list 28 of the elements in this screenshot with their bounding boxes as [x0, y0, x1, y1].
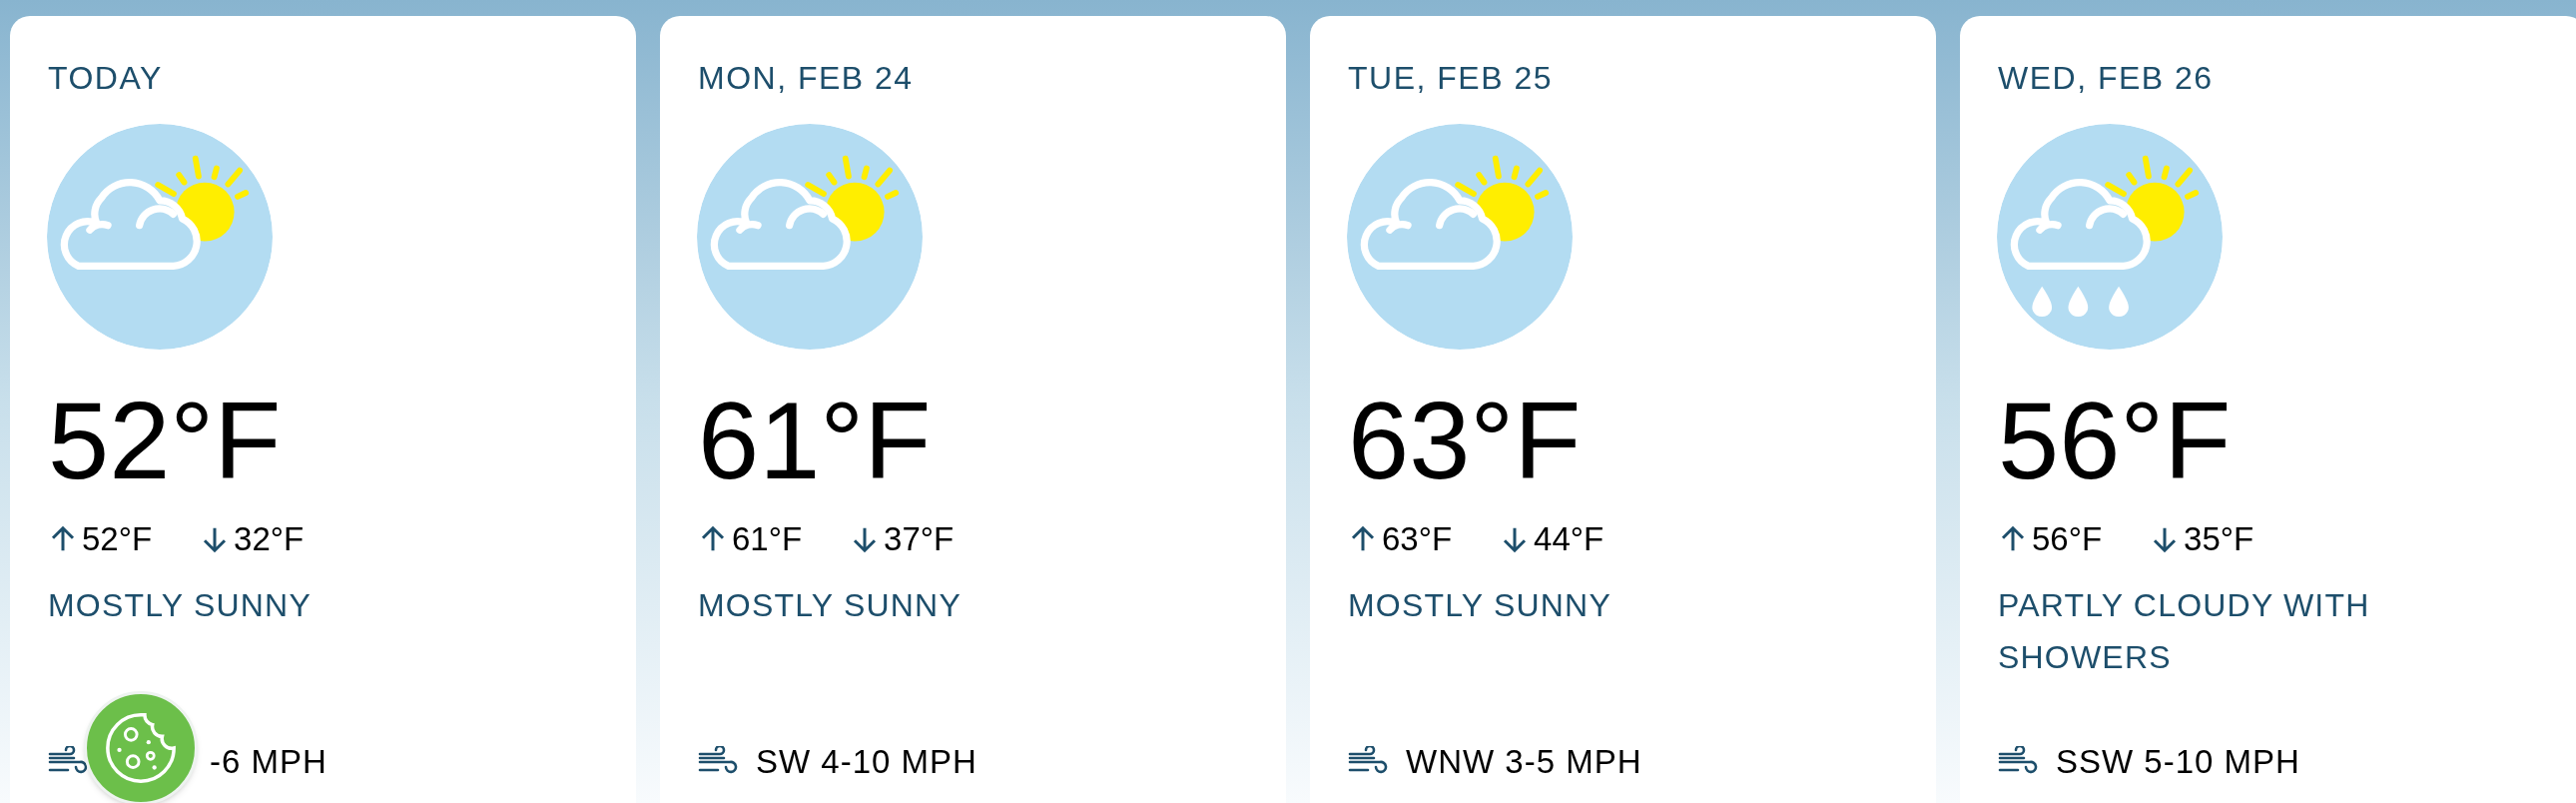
high-temperature: 56°F	[2032, 519, 2103, 560]
high-temperature: 61°F	[732, 519, 803, 560]
low-temperature: 32°F	[234, 519, 305, 560]
low-temperature: 35°F	[2184, 519, 2254, 560]
sun-cloud-icon	[697, 124, 923, 350]
low-temperature: 37°F	[884, 519, 955, 560]
temperature: 56°F	[1998, 386, 2232, 495]
low-temperature: 44°F	[1534, 519, 1605, 560]
weather-condition: PARTLY CLOUDY WITH SHOWERS	[1998, 586, 2371, 677]
temperature: 61°F	[698, 386, 932, 495]
high-temperature: 63°F	[1382, 519, 1453, 560]
forecast-date: MON, FEB 24	[698, 62, 914, 94]
temperature: 52°F	[48, 386, 282, 495]
weather-condition: MOSTLY SUNNY	[48, 586, 313, 625]
forecast-date: WED, FEB 26	[1998, 62, 2214, 94]
weather-condition: MOSTLY SUNNY	[698, 586, 963, 625]
wind-speed: SW 4-10 MPH	[756, 742, 977, 782]
forecast-date: TODAY	[48, 62, 163, 94]
sun-cloud-icon	[1347, 124, 1573, 350]
forecast-date: TUE, FEB 25	[1348, 62, 1553, 94]
weather-condition: MOSTLY SUNNY	[1348, 586, 1612, 625]
high-temperature: 52°F	[82, 519, 153, 560]
sun-cloud-icon	[47, 124, 273, 350]
temperature: 63°F	[1348, 386, 1582, 495]
wind-speed: WNW 3-5 MPH	[1406, 742, 1642, 782]
wind-speed: SSW 5-10 MPH	[2056, 742, 2300, 782]
sun-cloud-rain-icon	[1997, 124, 2223, 350]
wind-speed: -6 MPH	[210, 742, 327, 782]
